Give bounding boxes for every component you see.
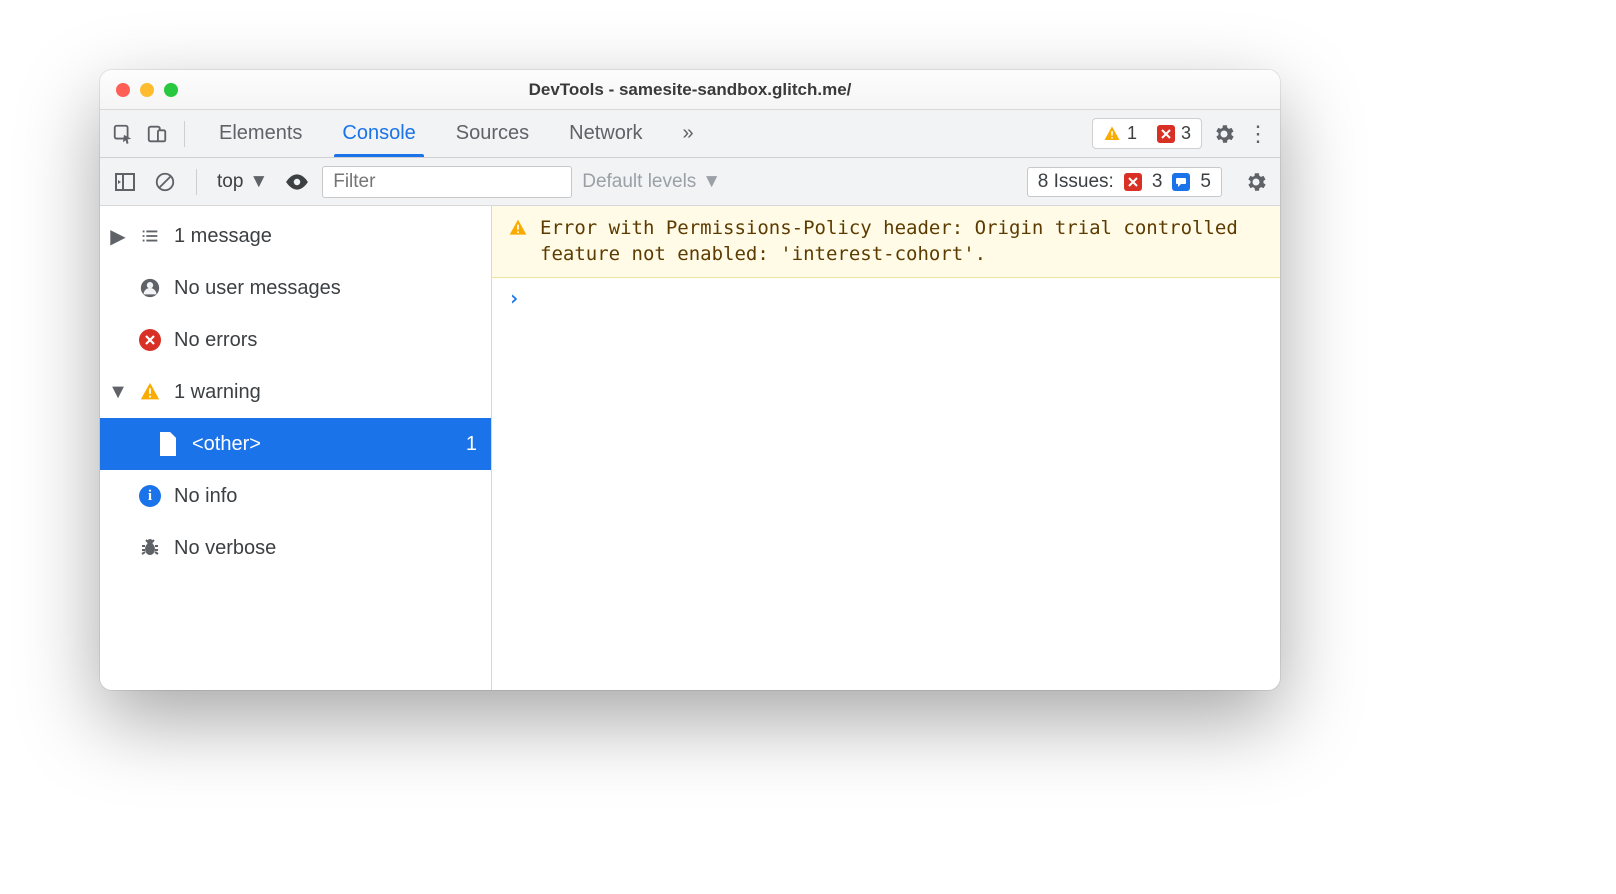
error-icon (138, 328, 162, 352)
sidebar-warnings-label: 1 warning (174, 381, 477, 404)
sidebar-other-count: 1 (466, 433, 477, 456)
console-content: Error with Permissions-Policy header: Or… (492, 206, 1280, 690)
prompt-chevron-icon: › (508, 286, 520, 310)
settings-icon[interactable] (1210, 120, 1238, 148)
titlebar: DevTools - samesite-sandbox.glitch.me/ (100, 70, 1280, 110)
divider (184, 121, 185, 147)
devtools-window: DevTools - samesite-sandbox.glitch.me/ E… (100, 70, 1280, 690)
context-label: top (217, 171, 243, 193)
dropdown-icon: ▼ (249, 171, 268, 193)
sidebar-messages-label: 1 message (174, 225, 477, 248)
panel-tabs: Elements Console Sources Network » (205, 110, 708, 157)
console-settings-icon[interactable] (1242, 168, 1270, 196)
user-icon (138, 276, 162, 300)
sidebar-info-label: No info (174, 485, 477, 508)
warning-icon (1103, 125, 1121, 143)
warnings-badge[interactable]: 1 (1097, 121, 1143, 146)
dropdown-icon: ▼ (702, 171, 721, 193)
sidebar-other-label: <other> (192, 433, 454, 456)
tab-console[interactable]: Console (328, 110, 429, 157)
console-warning-message[interactable]: Error with Permissions-Policy header: Or… (492, 206, 1280, 278)
warning-icon (138, 380, 162, 404)
tab-elements[interactable]: Elements (205, 110, 316, 157)
console-body: ▶ 1 message No user messages No errors (100, 206, 1280, 690)
warnings-count: 1 (1127, 123, 1137, 144)
message-icon (1172, 173, 1190, 191)
sidebar-info[interactable]: i No info (100, 470, 491, 522)
tab-network[interactable]: Network (555, 110, 656, 157)
console-prompt[interactable]: › (492, 278, 1280, 318)
issues-message-count: 5 (1200, 171, 1211, 193)
expand-icon: ▶ (110, 224, 126, 249)
console-message-text: Error with Permissions-Policy header: Or… (540, 216, 1264, 267)
issues-summary[interactable]: 8 Issues: 3 5 (1027, 167, 1222, 197)
collapse-icon: ▼ (110, 381, 126, 404)
log-levels-selector[interactable]: Default levels ▼ (582, 171, 721, 193)
file-icon (156, 432, 180, 456)
filter-input[interactable] (322, 166, 572, 198)
tabbar-status-badges[interactable]: 1 3 (1092, 118, 1202, 149)
sidebar-verbose[interactable]: No verbose (100, 522, 491, 574)
live-expression-icon[interactable] (282, 167, 312, 197)
sidebar-other[interactable]: <other> 1 (100, 418, 491, 470)
toggle-sidebar-icon[interactable] (110, 167, 140, 197)
sidebar-errors[interactable]: No errors (100, 314, 491, 366)
sidebar-messages[interactable]: ▶ 1 message (100, 210, 491, 262)
sidebar-warnings[interactable]: ▼ 1 warning (100, 366, 491, 418)
issues-label: 8 Issues: (1038, 171, 1114, 193)
divider (196, 169, 197, 195)
clear-console-icon[interactable] (150, 167, 180, 197)
warning-icon (508, 218, 528, 267)
inspect-element-icon[interactable] (110, 121, 136, 147)
levels-label: Default levels (582, 171, 696, 193)
issues-error-count: 3 (1152, 171, 1163, 193)
tab-sources[interactable]: Sources (442, 110, 543, 157)
errors-badge[interactable]: 3 (1151, 121, 1197, 146)
list-icon (138, 224, 162, 248)
sidebar-user-messages[interactable]: No user messages (100, 262, 491, 314)
console-toolbar: top ▼ Default levels ▼ 8 Issues: 3 5 (100, 158, 1280, 206)
info-icon: i (138, 484, 162, 508)
more-menu-icon[interactable]: ⋮ (1246, 120, 1270, 148)
context-selector[interactable]: top ▼ (213, 169, 272, 195)
tab-more[interactable]: » (669, 110, 708, 157)
errors-count: 3 (1181, 123, 1191, 144)
window-title: DevTools - samesite-sandbox.glitch.me/ (100, 80, 1280, 100)
devtools-tabbar: Elements Console Sources Network » 1 3 (100, 110, 1280, 158)
bug-icon (138, 536, 162, 560)
device-toolbar-icon[interactable] (144, 121, 170, 147)
sidebar-user-messages-label: No user messages (174, 277, 477, 300)
error-icon (1124, 173, 1142, 191)
sidebar-verbose-label: No verbose (174, 537, 477, 560)
error-icon (1157, 125, 1175, 143)
sidebar-errors-label: No errors (174, 329, 477, 352)
console-sidebar: ▶ 1 message No user messages No errors (100, 206, 492, 690)
